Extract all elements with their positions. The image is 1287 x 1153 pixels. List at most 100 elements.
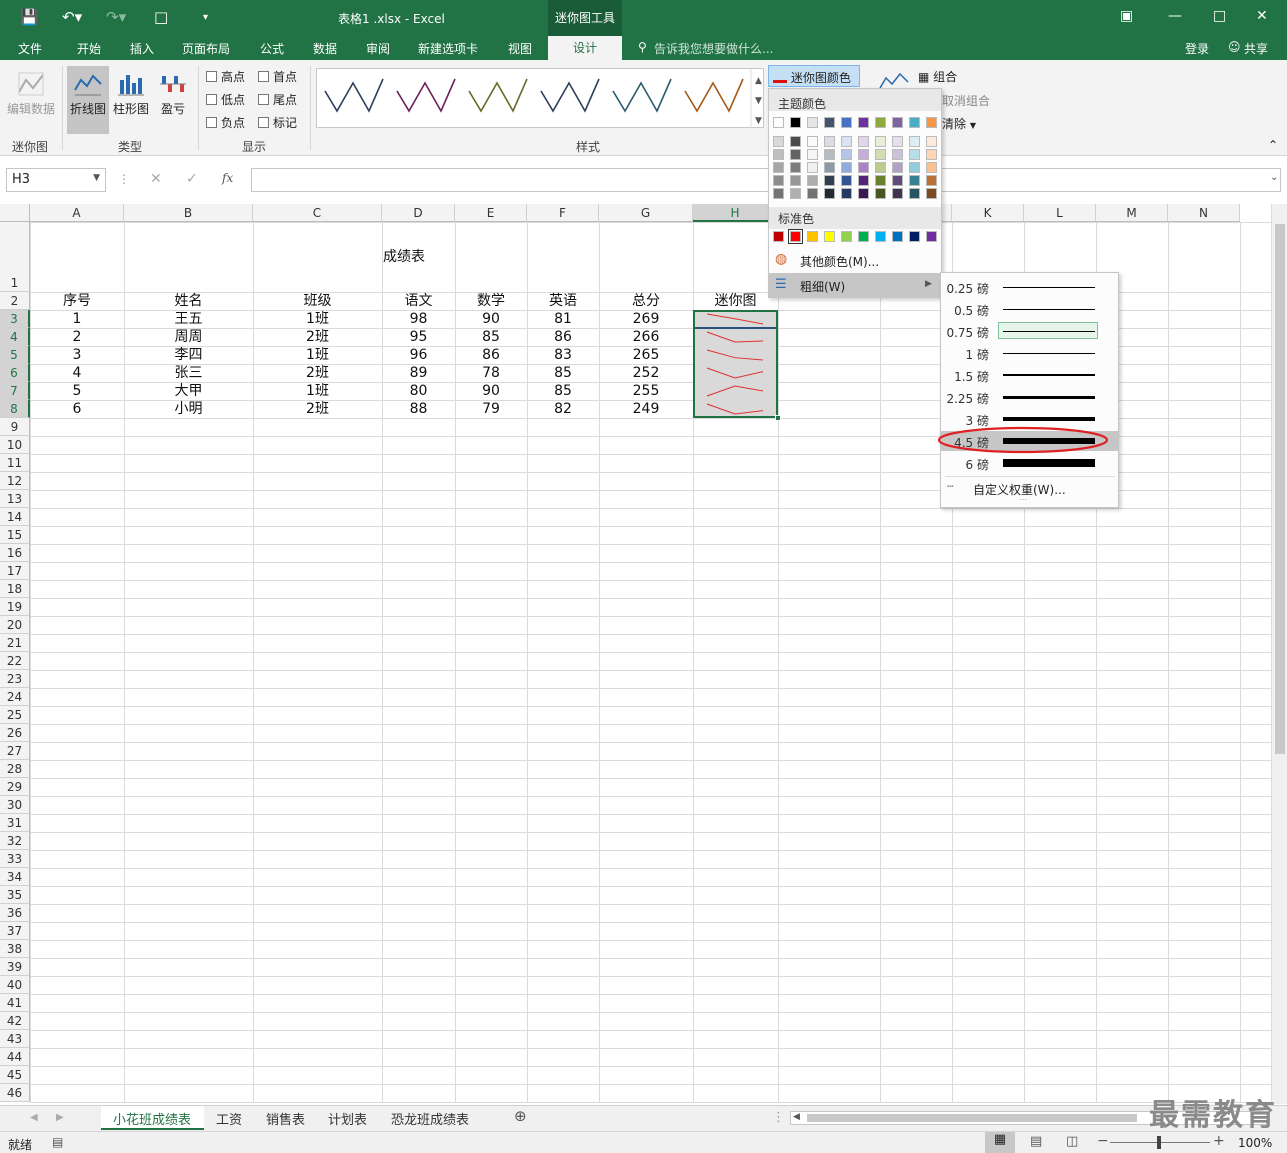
theme-color-swatch[interactable] [824,117,835,128]
page-break-view-icon[interactable]: ◫ [1066,1134,1078,1149]
insert-function-icon[interactable]: fx [222,171,233,185]
zoom-out-icon[interactable]: − [1097,1133,1109,1149]
theme-color-swatch[interactable] [892,117,903,128]
table-cell[interactable]: 1班 [253,382,382,400]
theme-color-swatch[interactable] [892,149,903,160]
first-point-checkbox[interactable]: 首点 [258,68,297,85]
standard-color-swatch[interactable] [773,231,784,242]
header-cell[interactable]: 语文 [382,292,455,310]
weight-option[interactable]: 0.25 磅 [941,277,1118,297]
theme-color-swatch[interactable] [773,136,784,147]
table-cell[interactable]: 3 [30,346,124,364]
last-point-checkbox[interactable]: 尾点 [258,91,297,108]
ungroup-button[interactable]: 取消组合 [942,92,990,109]
customize-qat-icon[interactable]: ▾ [203,12,208,23]
low-point-checkbox[interactable]: 低点 [206,91,245,108]
theme-color-swatch[interactable] [807,162,818,173]
theme-color-swatch[interactable] [875,136,886,147]
style-option-4[interactable] [540,78,600,113]
markers-checkbox[interactable]: 标记 [258,114,297,131]
header-cell[interactable]: 总分 [599,292,693,310]
style-option-3[interactable] [468,78,528,113]
table-cell[interactable]: 90 [455,382,527,400]
theme-color-swatch[interactable] [892,188,903,199]
tab-file[interactable]: 文件 [18,40,42,57]
theme-color-swatch[interactable] [926,162,937,173]
tab-new[interactable]: 新建选项卡 [418,40,478,57]
theme-color-swatch[interactable] [858,188,869,199]
weight-item[interactable]: ☰ 粗细(W) ▶ [769,273,941,297]
name-box[interactable]: H3 ▼ [6,168,106,192]
standard-color-swatch[interactable] [892,231,903,242]
table-cell[interactable]: 85 [527,364,599,382]
weight-option[interactable]: 2.25 磅 [941,387,1118,407]
table-cell[interactable]: 张三 [124,364,253,382]
theme-color-swatch[interactable] [875,175,886,186]
theme-color-swatch[interactable] [790,162,801,173]
standard-color-swatch[interactable] [858,231,869,242]
next-sheet-icon[interactable]: ▶ [56,1112,64,1123]
theme-color-swatch[interactable] [909,162,920,173]
tab-review[interactable]: 审阅 [366,40,390,57]
maximize-icon[interactable]: □ [1213,8,1226,24]
custom-weight-item[interactable]: ┄ 自定义权重(W)... [941,479,1118,499]
theme-color-swatch[interactable] [892,175,903,186]
theme-color-swatch[interactable] [926,117,937,128]
vertical-scroll-thumb[interactable] [1275,224,1285,754]
style-option-1[interactable] [324,78,384,113]
table-cell[interactable]: 周周 [124,328,253,346]
theme-color-swatch[interactable] [892,162,903,173]
theme-color-swatch[interactable] [790,188,801,199]
theme-color-swatch[interactable] [909,188,920,199]
header-cell[interactable]: 英语 [527,292,599,310]
sheet-tab-sales[interactable]: 销售表 [266,1109,305,1128]
style-option-6[interactable] [684,78,744,113]
zoom-in-icon[interactable]: + [1213,1133,1225,1149]
standard-color-swatch[interactable] [841,231,852,242]
standard-color-swatch[interactable] [824,231,835,242]
standard-color-swatch[interactable] [926,231,937,242]
table-cell[interactable]: 85 [455,328,527,346]
style-option-5[interactable] [612,78,672,113]
table-cell[interactable]: 王五 [124,310,253,328]
header-cell[interactable]: 姓名 [124,292,253,310]
clear-button[interactable]: 清除 ▼ [942,115,976,132]
style-option-2[interactable] [396,78,456,113]
theme-color-swatch[interactable] [875,149,886,160]
enter-icon[interactable]: ✓ [186,171,198,187]
theme-color-swatch[interactable] [807,188,818,199]
theme-color-swatch[interactable] [790,117,801,128]
weight-option[interactable]: 0.5 磅 [941,299,1118,319]
theme-color-swatch[interactable] [807,149,818,160]
theme-color-swatch[interactable] [790,136,801,147]
table-cell[interactable]: 252 [599,364,693,382]
weight-option[interactable]: 1.5 磅 [941,365,1118,385]
weight-option[interactable]: 1 磅 [941,343,1118,363]
tab-view[interactable]: 视图 [508,40,532,57]
sheet-tab-salary[interactable]: 工资 [216,1109,242,1128]
theme-color-swatch[interactable] [824,162,835,173]
resize-grip-icon[interactable]: ⋯ [1019,495,1027,504]
theme-color-swatch[interactable] [875,162,886,173]
theme-color-swatch[interactable] [773,175,784,186]
macro-record-icon[interactable]: ▤ [52,1135,63,1149]
table-cell[interactable]: 小明 [124,400,253,418]
zoom-level[interactable]: 100% [1238,1136,1272,1150]
type-line-button[interactable]: 折线图 [67,66,109,134]
theme-color-swatch[interactable] [892,136,903,147]
theme-color-swatch[interactable] [790,149,801,160]
theme-color-swatch[interactable] [909,117,920,128]
type-column-button[interactable]: 柱形图 [111,70,151,117]
close-icon[interactable]: ✕ [1256,8,1268,24]
redo-icon[interactable]: ↷▾ [106,8,126,26]
theme-color-swatch[interactable] [926,149,937,160]
theme-color-swatch[interactable] [858,117,869,128]
horizontal-scroll-thumb[interactable] [807,1114,1137,1122]
tell-me-input[interactable]: 告诉我您想要做什么... [654,40,773,57]
page-layout-view-icon[interactable]: ▤ [1030,1134,1042,1149]
table-cell[interactable]: 4 [30,364,124,382]
table-title[interactable]: 成绩表 [30,222,778,292]
table-cell[interactable]: 255 [599,382,693,400]
table-cell[interactable]: 95 [382,328,455,346]
theme-color-swatch[interactable] [875,117,886,128]
